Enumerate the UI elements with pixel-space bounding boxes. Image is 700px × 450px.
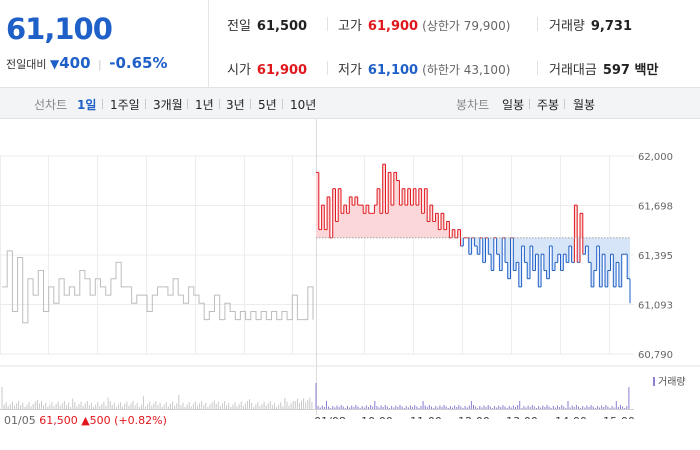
tab-3y[interactable]: 3년 (226, 96, 245, 113)
price-chart: 62,000 61,698 61,395 61,093 60,790 01/08 10:00… (0, 119, 700, 419)
prev-change: 500 (+0.82%) (89, 414, 167, 427)
divider (537, 61, 538, 75)
volume-legend-swatch (653, 377, 655, 386)
y-tick-label: 60,790 (638, 350, 673, 361)
tab-3m[interactable]: 3개월 (153, 96, 183, 113)
y-tick-label: 62,000 (638, 152, 673, 163)
divider (327, 17, 328, 31)
divider (529, 99, 530, 109)
tab-weekly[interactable]: 주봉 (537, 96, 559, 113)
divider (250, 99, 251, 109)
volume-legend: 거래량 (653, 373, 686, 388)
tab-1y[interactable]: 1년 (195, 96, 214, 113)
y-tick-label: 61,395 (638, 251, 673, 262)
open-price: 시가 61,900 (227, 63, 308, 78)
line-chart-label: 선차트 (34, 98, 68, 112)
tab-10y[interactable]: 10년 (290, 96, 316, 113)
divider (327, 61, 328, 75)
x-tick-label: 13:00 (506, 415, 538, 419)
current-price: 61,100 (6, 12, 113, 46)
up-arrow-icon: ▲ (81, 414, 90, 427)
tab-daily[interactable]: 일봉 (502, 96, 524, 113)
change-label: 전일대비 (6, 58, 47, 71)
volume: 거래량 9,731 (549, 19, 633, 34)
divider (145, 99, 146, 109)
y-tick-label: 61,698 (638, 202, 673, 213)
tab-monthly[interactable]: 월봉 (573, 96, 595, 113)
change-percent: -0.65% (109, 54, 168, 72)
divider (219, 99, 220, 109)
candle-chart-label: 봉차트 (456, 98, 490, 112)
chart-tabs: 선차트 1일 1주일 3개월 1년 3년 5년 10년 봉차트 일봉 주봉 월봉 (0, 88, 700, 119)
tab-5y[interactable]: 5년 (258, 96, 277, 113)
x-tick-label: 01/08 (314, 415, 346, 419)
x-tick-label: 14:00 (555, 415, 587, 419)
prev-close: 전일 61,500 (227, 19, 308, 34)
price-change: 전일대비 ▼400 | -0.65% (6, 54, 168, 72)
divider (564, 99, 565, 109)
x-tick-label: 15:00 (603, 415, 635, 419)
x-tick-label: 12:00 (458, 415, 490, 419)
divider: | (98, 58, 102, 71)
divider (187, 99, 188, 109)
quote-summary: 61,100 전일대비 ▼400 | -0.65% 전일 61,500 고가 61,… (0, 0, 700, 88)
price-box: 61,100 전일대비 ▼400 | -0.65% (0, 0, 209, 87)
down-arrow-icon: ▼ (49, 57, 60, 71)
prev-price: 61,500 (39, 414, 78, 427)
day-high: 고가 61,900 (상한가 79,900) (338, 19, 511, 34)
day-low: 저가 61,100 (하한가 43,100) (338, 63, 511, 78)
x-tick-label: 11:00 (410, 415, 442, 419)
y-tick-label: 61,093 (638, 301, 673, 312)
divider (537, 17, 538, 31)
change-value: 400 (59, 54, 91, 72)
tab-1d[interactable]: 1일 (77, 96, 96, 113)
prev-day-label: 01/05 61,500 ▲500 (+0.82%) (4, 414, 167, 427)
divider (102, 99, 103, 109)
divider (282, 99, 283, 109)
trade-amount: 거래대금 597 백만 (549, 63, 659, 78)
volume-bars (1, 383, 630, 409)
tab-1w[interactable]: 1주일 (110, 96, 140, 113)
x-tick-label: 10:00 (361, 415, 393, 419)
prev-date: 01/05 (4, 414, 36, 427)
